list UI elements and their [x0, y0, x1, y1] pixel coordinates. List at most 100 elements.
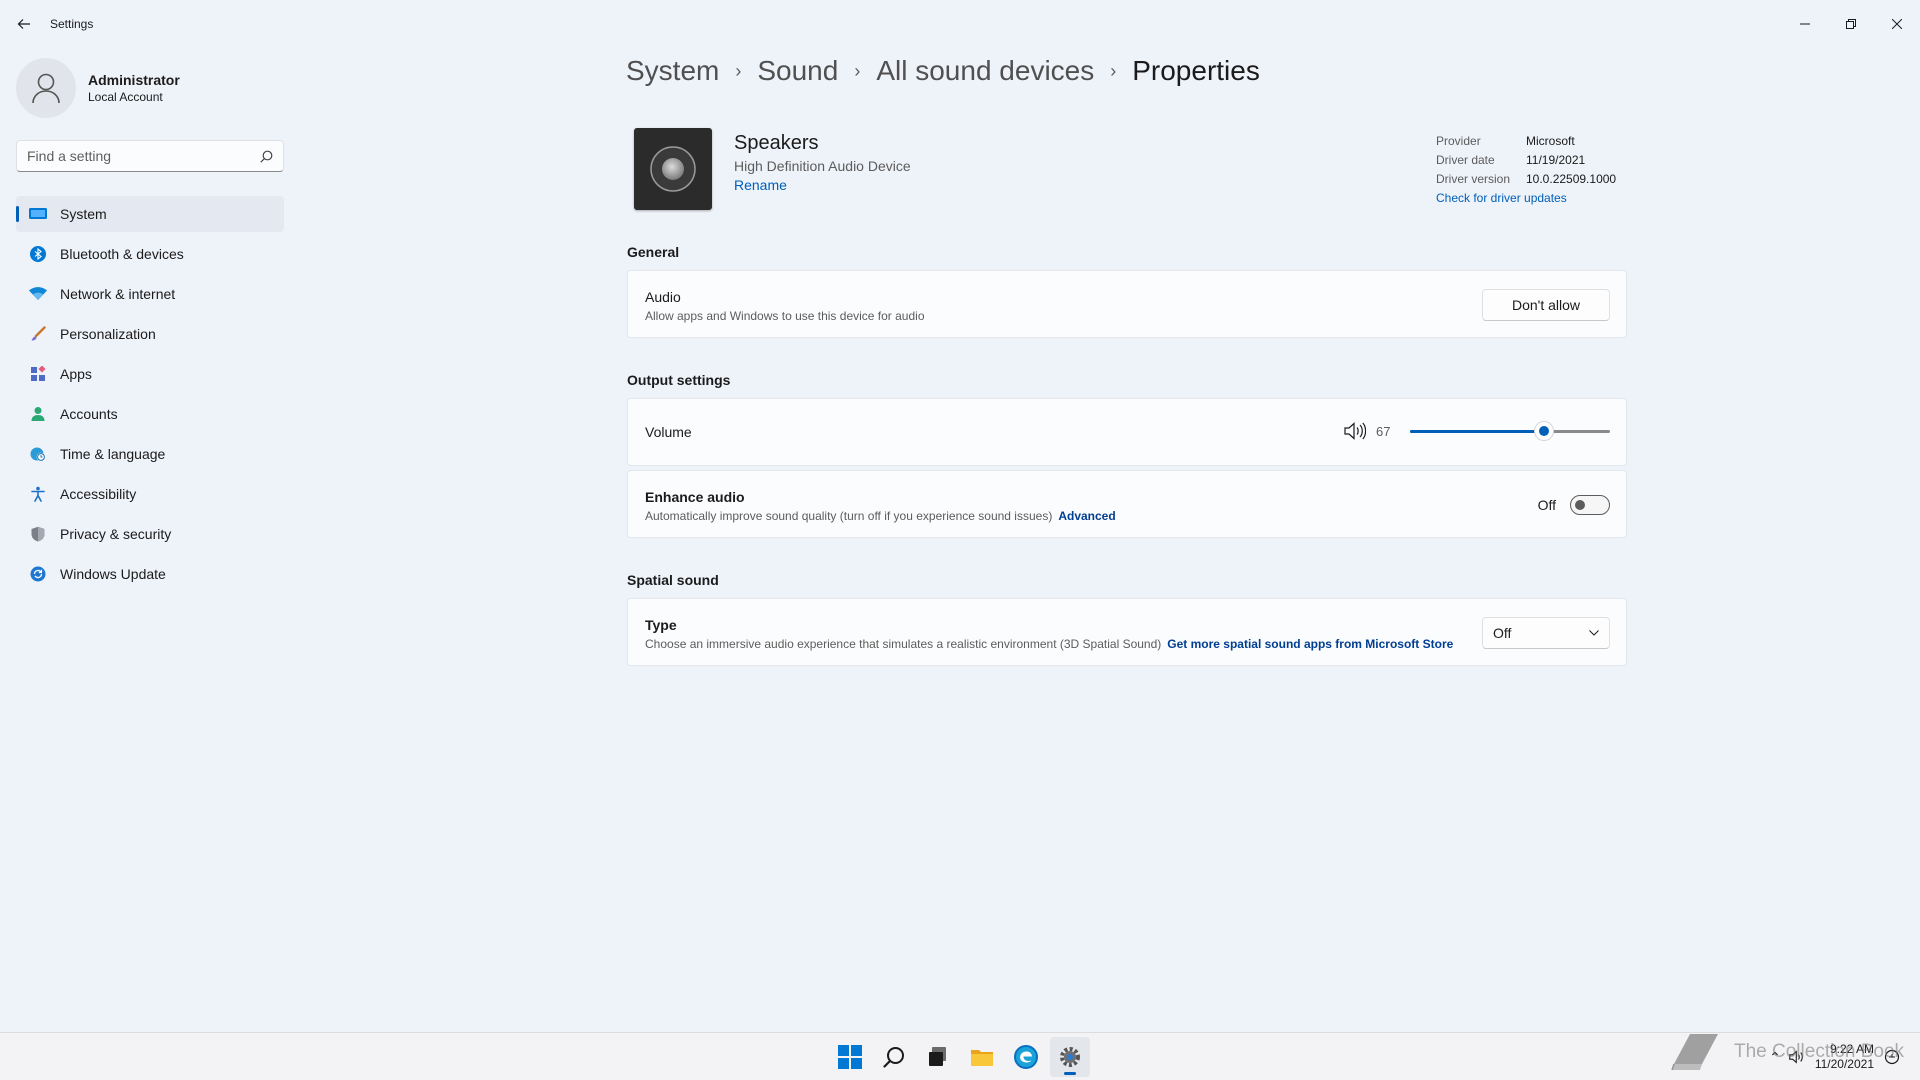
person-icon	[28, 404, 48, 424]
restore-button[interactable]	[1828, 0, 1874, 48]
dont-allow-button[interactable]: Don't allow	[1482, 289, 1610, 321]
search-icon[interactable]	[260, 150, 273, 163]
enhance-audio-card: Enhance audio Automatically improve soun…	[627, 470, 1627, 538]
taskbar-clock[interactable]: 9:22 AM 11/20/2021	[1815, 1042, 1874, 1072]
sidebar-item-privacy[interactable]: Privacy & security	[16, 516, 284, 552]
speaker-volume-icon[interactable]	[1344, 422, 1366, 440]
breadcrumb-sound[interactable]: Sound	[757, 55, 838, 87]
file-explorer-button[interactable]	[962, 1037, 1002, 1077]
sidebar-item-label: Apps	[60, 366, 92, 382]
breadcrumb-system[interactable]: System	[626, 55, 719, 87]
sidebar-item-accessibility[interactable]: Accessibility	[16, 476, 284, 512]
shield-icon	[28, 524, 48, 544]
window-controls	[1782, 0, 1920, 48]
toggle-state-label: Off	[1537, 497, 1556, 513]
breadcrumb: System › Sound › All sound devices › Pro…	[626, 55, 1260, 87]
sidebar-item-accounts[interactable]: Accounts	[16, 396, 284, 432]
minimize-button[interactable]	[1782, 0, 1828, 48]
chevron-right-icon: ›	[854, 60, 861, 81]
sidebar-nav: System Bluetooth & devices Network & int…	[16, 196, 284, 596]
user-profile[interactable]: Administrator Local Account	[16, 58, 180, 118]
spatial-store-link[interactable]: Get more spatial sound apps from Microso…	[1167, 637, 1453, 651]
edge-browser-button[interactable]	[1006, 1037, 1046, 1077]
sidebar-item-time-language[interactable]: Time & language	[16, 436, 284, 472]
task-view-button[interactable]	[918, 1037, 958, 1077]
system-icon	[28, 204, 48, 224]
sidebar-item-label: Network & internet	[60, 286, 176, 302]
folder-icon	[971, 1050, 993, 1066]
close-button[interactable]	[1874, 0, 1920, 48]
user-name: Administrator	[88, 72, 180, 88]
volume-value: 67	[1376, 423, 1391, 439]
sidebar-item-personalization[interactable]: Personalization	[16, 316, 284, 352]
enhance-audio-description-text: Automatically improve sound quality (tur…	[645, 509, 1053, 523]
sidebar-item-label: Accounts	[60, 406, 118, 422]
taskbar: ⌃ 9:22 AM 11/20/2021	[0, 1032, 1920, 1080]
spatial-type-title: Type	[645, 617, 677, 633]
sidebar-item-label: Privacy & security	[60, 526, 172, 542]
update-icon	[28, 564, 48, 584]
device-description: High Definition Audio Device	[734, 158, 911, 174]
notification-icon[interactable]	[1884, 1049, 1900, 1065]
settings-app-button[interactable]	[1050, 1037, 1090, 1077]
volume-slider[interactable]	[1410, 421, 1610, 441]
apps-icon	[28, 364, 48, 384]
brush-icon	[28, 324, 48, 344]
provider-value: Microsoft	[1526, 134, 1575, 148]
slider-thumb[interactable]	[1534, 421, 1554, 441]
sidebar-item-label: Personalization	[60, 326, 156, 342]
sidebar-item-bluetooth[interactable]: Bluetooth & devices	[16, 236, 284, 272]
edge-icon	[1014, 1045, 1038, 1069]
section-general-title: General	[627, 244, 680, 260]
breadcrumb-all-sound-devices[interactable]: All sound devices	[876, 55, 1094, 87]
globe-clock-icon	[28, 444, 48, 464]
taskbar-search-button[interactable]	[874, 1037, 914, 1077]
app-title: Settings	[50, 17, 94, 31]
chevron-right-icon: ›	[1110, 60, 1117, 81]
search-box[interactable]	[16, 140, 284, 172]
audio-title: Audio	[645, 289, 681, 305]
check-driver-updates-link[interactable]: Check for driver updates	[1436, 191, 1567, 210]
avatar	[16, 58, 76, 118]
provider-label: Provider	[1436, 134, 1481, 148]
tray-volume-icon[interactable]	[1789, 1050, 1805, 1064]
rename-link[interactable]: Rename	[734, 177, 787, 193]
title-bar: Settings	[0, 0, 1920, 48]
start-button[interactable]	[830, 1037, 870, 1077]
accessibility-icon	[28, 484, 48, 504]
section-output-title: Output settings	[627, 372, 731, 388]
clock-time: 9:22 AM	[1829, 1042, 1874, 1056]
back-button[interactable]	[12, 12, 36, 36]
enhance-audio-toggle-group: Off	[1538, 495, 1610, 515]
sidebar-item-label: Accessibility	[60, 486, 137, 502]
wifi-icon	[28, 284, 48, 304]
volume-card: Volume 67	[627, 398, 1627, 466]
volume-title: Volume	[645, 424, 692, 440]
slider-fill	[1410, 430, 1544, 433]
driver-info: Provider Microsoft Driver date 11/19/2021 …	[1436, 134, 1616, 210]
user-account-type: Local Account	[88, 90, 163, 104]
search-icon	[883, 1047, 904, 1068]
sidebar-item-windows-update[interactable]: Windows Update	[16, 556, 284, 592]
bluetooth-icon	[28, 244, 48, 264]
spatial-type-select[interactable]: Off	[1482, 617, 1610, 649]
clock-date: 11/20/2021	[1814, 1057, 1874, 1071]
chevron-up-icon[interactable]: ⌃	[1769, 1049, 1781, 1066]
spatial-type-selected: Off	[1493, 625, 1512, 641]
chevron-down-icon	[1589, 630, 1599, 636]
sidebar-item-network[interactable]: Network & internet	[16, 276, 284, 312]
search-input[interactable]	[27, 148, 260, 164]
sidebar-item-system[interactable]: System	[16, 196, 284, 232]
enhance-audio-description: Automatically improve sound quality (tur…	[645, 509, 1116, 523]
person-avatar-icon	[32, 73, 60, 104]
sidebar-item-apps[interactable]: Apps	[16, 356, 284, 392]
page-title: Properties	[1132, 55, 1260, 86]
enhance-audio-toggle[interactable]	[1570, 495, 1610, 515]
driver-version-value: 10.0.22509.1000	[1526, 172, 1617, 186]
device-header: Speakers High Definition Audio Device Re…	[626, 126, 1626, 216]
advanced-link[interactable]: Advanced	[1058, 509, 1115, 523]
section-spatial-title: Spatial sound	[627, 572, 719, 588]
volume-control: 67	[1344, 421, 1610, 441]
audio-description: Allow apps and Windows to use this devic…	[645, 309, 925, 323]
system-tray: ⌃ 9:22 AM 11/20/2021	[1769, 1033, 1900, 1080]
